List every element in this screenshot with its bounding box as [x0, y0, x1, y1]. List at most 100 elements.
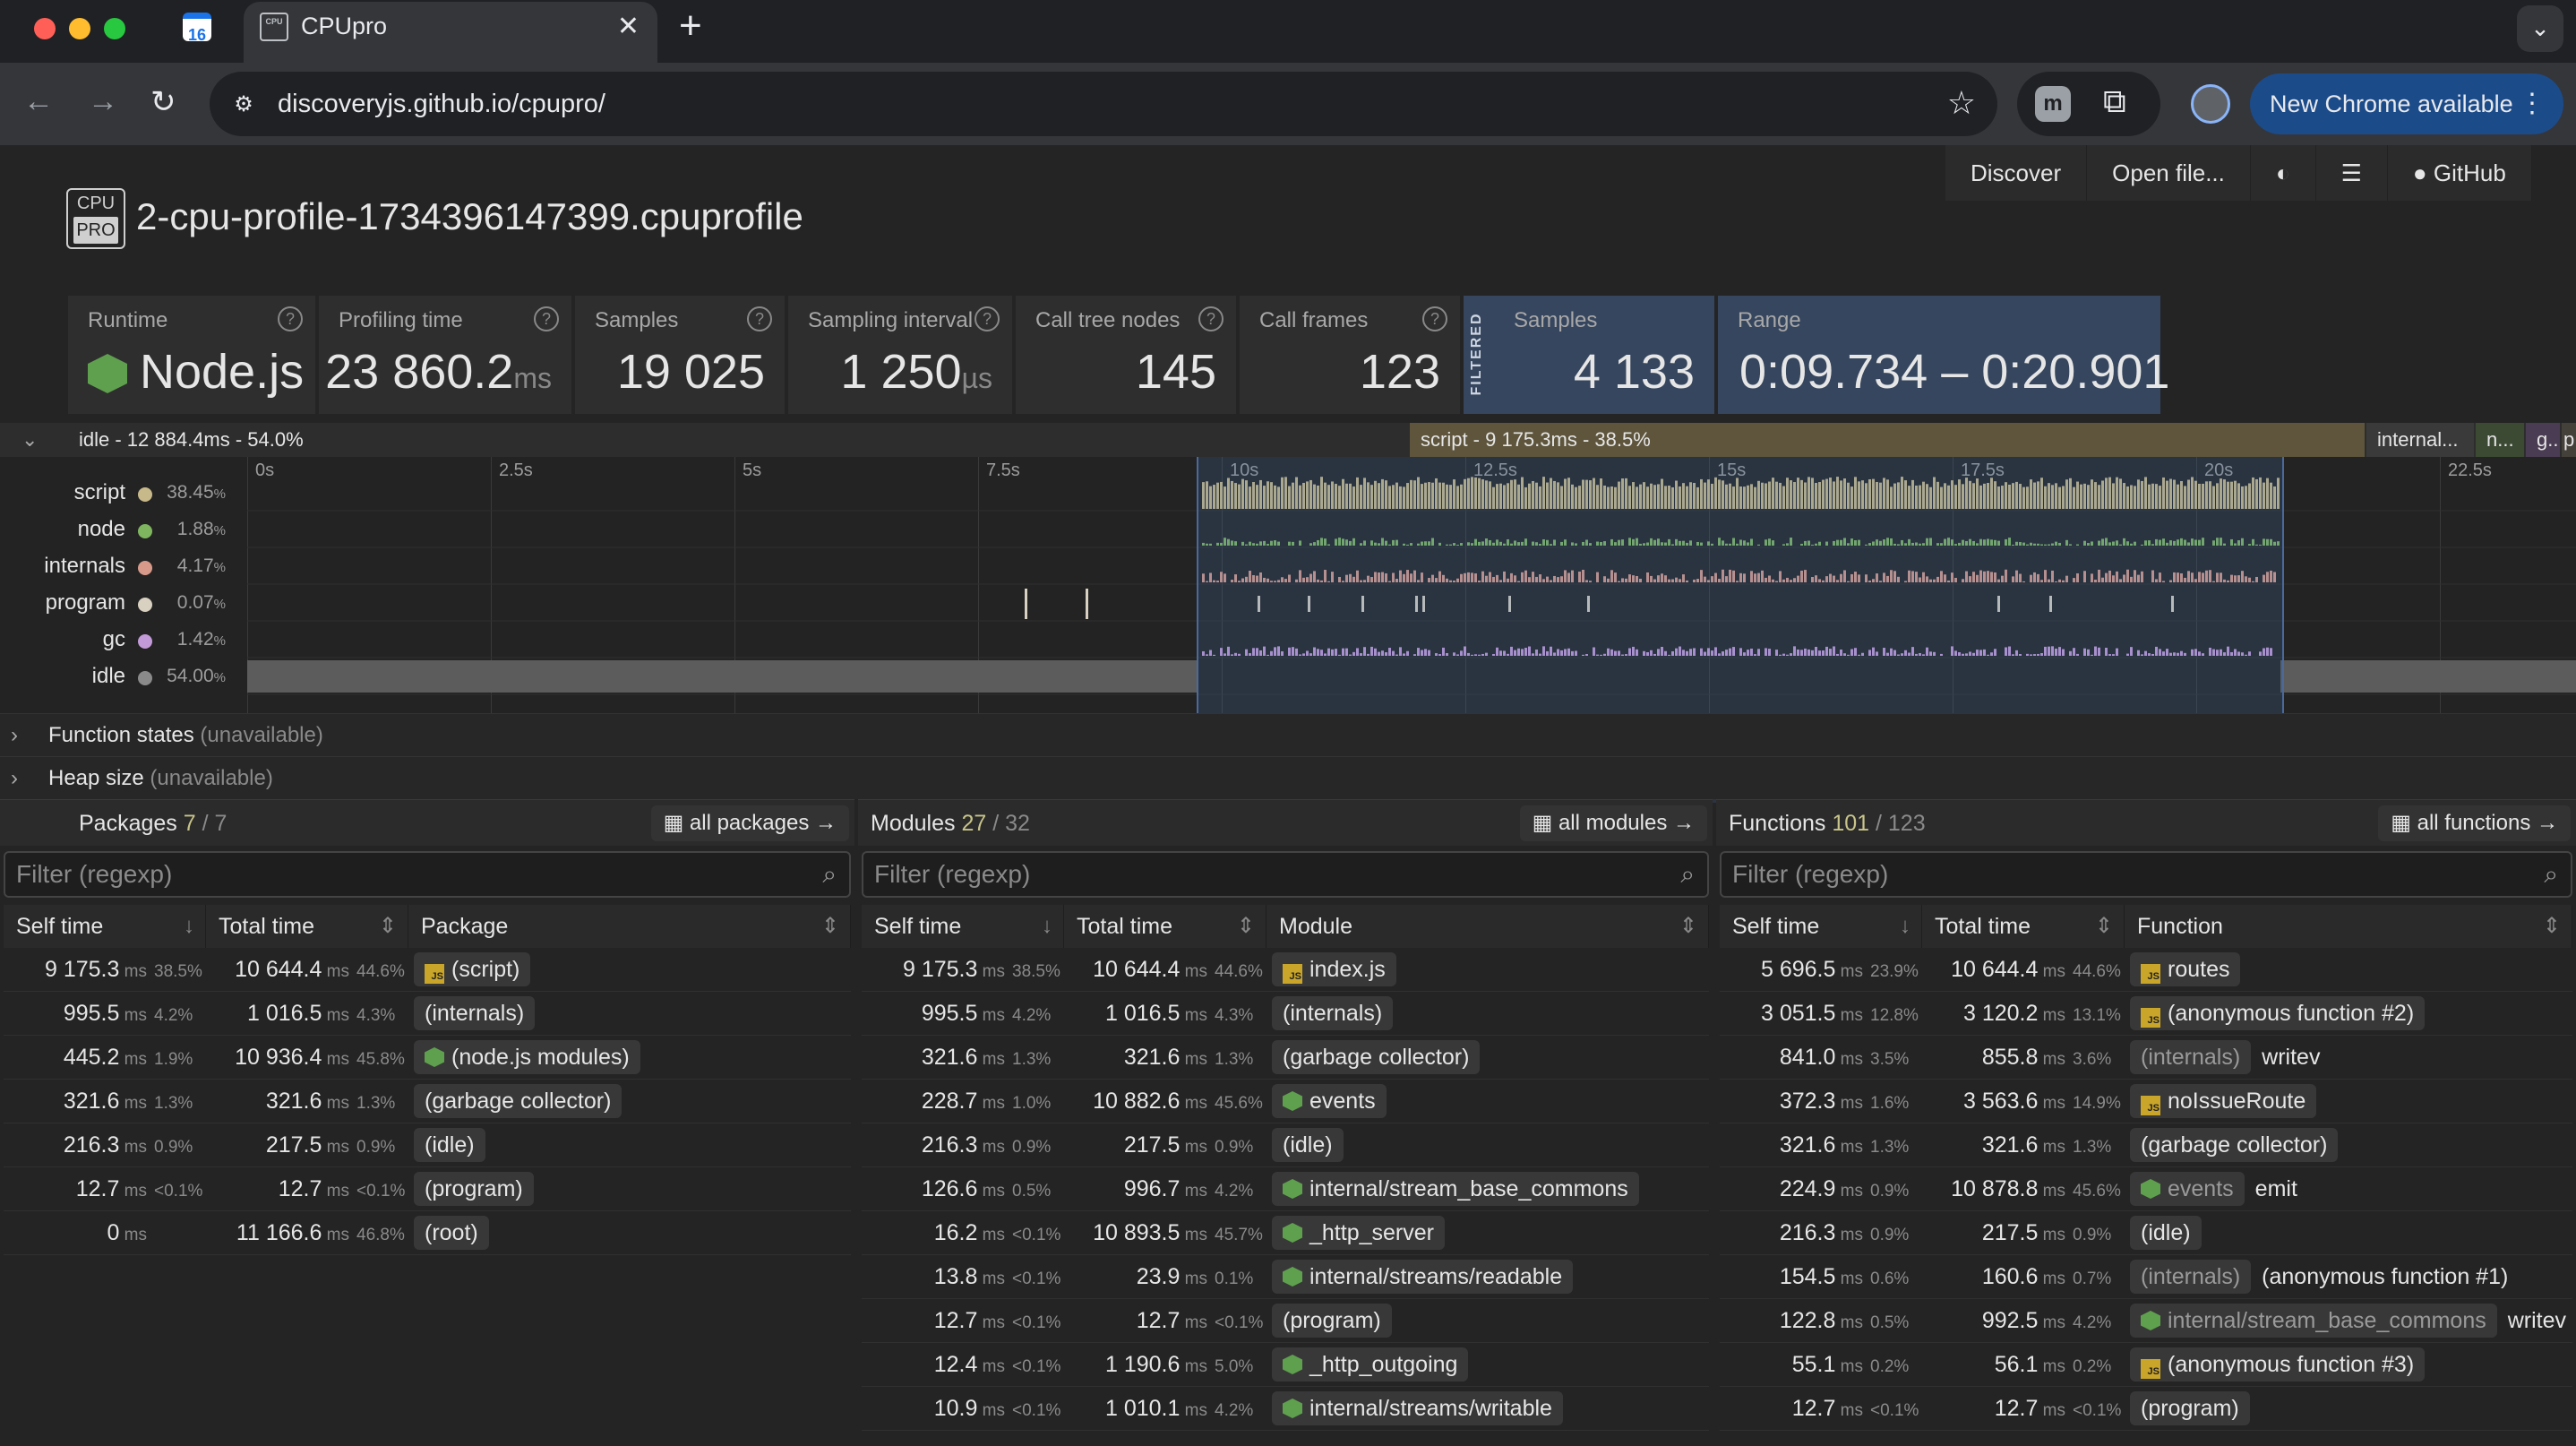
active-tab[interactable]: CPU CPUpro ✕ — [244, 2, 657, 63]
theme-toggle-icon[interactable]: ◐ — [2251, 145, 2316, 201]
tab-close-icon[interactable]: ✕ — [617, 11, 640, 42]
sort-icon[interactable]: ⇕ — [2095, 905, 2113, 948]
name-cell[interactable]: internal/streams/writable — [1272, 1387, 1704, 1430]
calendar-tab-icon[interactable]: 16 — [183, 13, 211, 44]
sort-icon[interactable]: ⇕ — [379, 905, 397, 948]
column-header-self[interactable]: Self time ↓ — [4, 905, 206, 948]
entity-badge[interactable]: JS (script) — [414, 952, 531, 986]
name-cell[interactable]: JS routes — [2130, 948, 2567, 991]
entity-badge[interactable]: (idle) — [414, 1128, 485, 1162]
entity-badge[interactable]: (garbage collector) — [1272, 1040, 1481, 1074]
help-icon[interactable]: ? — [278, 306, 303, 331]
entity-badge[interactable]: JS (anonymous function #2) — [2130, 996, 2426, 1030]
entity-badge[interactable]: JS routes — [2130, 952, 2241, 986]
name-cell[interactable]: JS noIssueRoute — [2130, 1080, 2567, 1123]
collapse-chevron-icon[interactable]: ⌄ — [21, 428, 38, 452]
entity-badge[interactable]: (node.js modules) — [414, 1040, 640, 1074]
timeline-category-script[interactable]: script 38.45% — [0, 475, 245, 511]
timeline-category-gc[interactable]: gc 1.42% — [0, 622, 245, 658]
window-close-button[interactable] — [34, 18, 56, 39]
nav-discover[interactable]: Discover — [1945, 145, 2088, 201]
help-icon[interactable]: ? — [1198, 306, 1224, 331]
reload-icon[interactable]: ↻ — [150, 84, 176, 120]
function-name[interactable]: writevGe — [2508, 1308, 2567, 1333]
name-cell[interactable]: (idle) — [414, 1123, 846, 1166]
new-chrome-available-button[interactable]: New Chrome available ⋮ — [2250, 73, 2563, 134]
table-row[interactable]: 995.5 ms 4.2% 1 016.5 ms 4.3% (internals) — [862, 992, 1709, 1036]
table-row[interactable]: 9 175.3 ms 38.5% 10 644.4 ms 44.6% JS (script… — [4, 948, 851, 992]
address-bar[interactable]: ⚙ discoveryjs.github.io/cpupro/ ☆ — [210, 72, 1997, 136]
name-cell[interactable]: internal/stream_base_commons writevGe — [2130, 1299, 2567, 1342]
name-cell[interactable]: (program) — [2130, 1387, 2567, 1430]
category-segment-script[interactable]: script - 9 175.3ms - 38.5% — [1410, 423, 2365, 457]
table-row[interactable]: 13.8 ms <0.1% 23.9 ms 0.1% internal/streams/… — [862, 1255, 1709, 1299]
name-cell[interactable]: (garbage collector) — [414, 1080, 846, 1123]
column-header-self[interactable]: Self time ↓ — [1720, 905, 1922, 948]
category-segment-idle[interactable]: idle - 12 884.4ms - 54.0% — [68, 423, 1410, 457]
help-icon[interactable]: ? — [975, 306, 1000, 331]
name-cell[interactable]: (program) — [414, 1167, 846, 1210]
name-cell[interactable]: (garbage collector) — [2130, 1123, 2567, 1166]
entity-badge[interactable]: (idle) — [2130, 1216, 2202, 1250]
table-row[interactable]: 841.0 ms 3.5% 855.8 ms 3.6% (internals) write… — [1720, 1036, 2572, 1080]
name-cell[interactable]: _http_outgoing — [1272, 1343, 1704, 1386]
entity-badge[interactable]: events — [2130, 1172, 2245, 1206]
entity-badge[interactable]: (program) — [2130, 1391, 2250, 1425]
table-row[interactable]: 16.2 ms <0.1% 10 893.5 ms 45.7% _http_server — [862, 1211, 1709, 1255]
expand-chevron-icon[interactable]: › — [11, 714, 18, 757]
sort-icon[interactable]: ⇕ — [2543, 905, 2561, 948]
name-cell[interactable]: (internals) — [414, 992, 846, 1035]
modules-filter-input[interactable] — [874, 858, 1550, 891]
column-header-name[interactable]: Module ⇕ — [1267, 905, 1709, 948]
name-cell[interactable]: _http_server — [1272, 1211, 1704, 1254]
name-cell[interactable]: (root) — [414, 1211, 846, 1254]
entity-badge[interactable]: JS index.js — [1272, 952, 1396, 986]
name-cell[interactable]: (idle) — [2130, 1211, 2567, 1254]
table-row[interactable]: 224.9 ms 0.9% 10 878.8 ms 45.6% events emit — [1720, 1167, 2572, 1211]
column-header-name[interactable]: Function ⇕ — [2125, 905, 2572, 948]
timeline-category-internals[interactable]: internals 4.17% — [0, 548, 245, 584]
profile-avatar[interactable] — [2191, 84, 2230, 124]
all-modules-button[interactable]: ▦ all modules → — [1519, 805, 1707, 841]
timeline-category-idle[interactable]: idle 54.00% — [0, 658, 245, 694]
window-minimize-button[interactable] — [69, 18, 90, 39]
name-cell[interactable]: (node.js modules) — [414, 1036, 846, 1079]
bookmark-star-icon[interactable]: ☆ — [1947, 84, 1976, 122]
table-row[interactable]: 0 ms 11 166.6 ms 46.8% (root) — [4, 1211, 851, 1255]
entity-badge[interactable]: _http_server — [1272, 1216, 1445, 1250]
name-cell[interactable]: events — [1272, 1080, 1704, 1123]
column-header-total[interactable]: Total time ⇕ — [1064, 905, 1267, 948]
name-cell[interactable]: JS (script) — [414, 948, 846, 991]
all-packages-button[interactable]: ▦ all packages → — [650, 805, 849, 841]
entity-badge[interactable]: (garbage collector) — [2130, 1128, 2339, 1162]
table-row[interactable]: 3 051.5 ms 12.8% 3 120.2 ms 13.1% JS (anonymo… — [1720, 992, 2572, 1036]
table-row[interactable]: 12.7 ms <0.1% 12.7 ms <0.1% (program) — [4, 1167, 851, 1211]
category-segment-internals[interactable]: internal... — [2366, 423, 2474, 457]
table-row[interactable]: 321.6 ms 1.3% 321.6 ms 1.3% (garbage collect… — [1720, 1123, 2572, 1167]
expand-chevron-icon[interactable]: › — [11, 757, 18, 800]
url-text[interactable]: discoveryjs.github.io/cpupro/ — [278, 90, 605, 119]
entity-badge[interactable]: _http_outgoing — [1272, 1347, 1469, 1381]
table-row[interactable]: 321.6 ms 1.3% 321.6 ms 1.3% (garbage collect… — [4, 1080, 851, 1123]
name-cell[interactable]: internal/stream_base_commons — [1272, 1167, 1704, 1210]
function-name[interactable]: writev — [2262, 1045, 2320, 1070]
table-row[interactable]: 154.5 ms 0.6% 160.6 ms 0.7% (internals) (anon… — [1720, 1255, 2572, 1299]
sort-desc-icon[interactable]: ↓ — [1900, 905, 1911, 948]
name-cell[interactable]: internal/streams/readable — [1272, 1255, 1704, 1298]
nav-open-file[interactable]: Open file... — [2087, 145, 2251, 201]
table-row[interactable]: 216.3 ms 0.9% 217.5 ms 0.9% (idle) — [862, 1123, 1709, 1167]
name-cell[interactable]: (internals) — [1272, 992, 1704, 1035]
functions-filter-input[interactable] — [1732, 858, 2412, 891]
timeline-category-program[interactable]: program 0.07% — [0, 585, 245, 621]
table-row[interactable]: 5 696.5 ms 23.9% 10 644.4 ms 44.6% JS routes — [1720, 948, 2572, 992]
help-icon[interactable]: ? — [1422, 306, 1447, 331]
window-zoom-button[interactable] — [104, 18, 125, 39]
help-icon[interactable]: ? — [747, 306, 772, 331]
table-row[interactable]: 9 175.3 ms 38.5% 10 644.4 ms 44.6% JS index.j… — [862, 948, 1709, 992]
entity-badge[interactable]: (internals) — [2130, 1040, 2252, 1074]
sort-icon[interactable]: ⇕ — [1679, 905, 1697, 948]
name-cell[interactable]: JS index.js — [1272, 948, 1704, 991]
table-row[interactable]: 12.4 ms <0.1% 1 190.6 ms 5.0% _http_outgoing — [862, 1343, 1709, 1387]
entity-badge[interactable]: (program) — [414, 1172, 534, 1206]
table-row[interactable]: 445.2 ms 1.9% 10 936.4 ms 45.8% (node.js mod… — [4, 1036, 851, 1080]
